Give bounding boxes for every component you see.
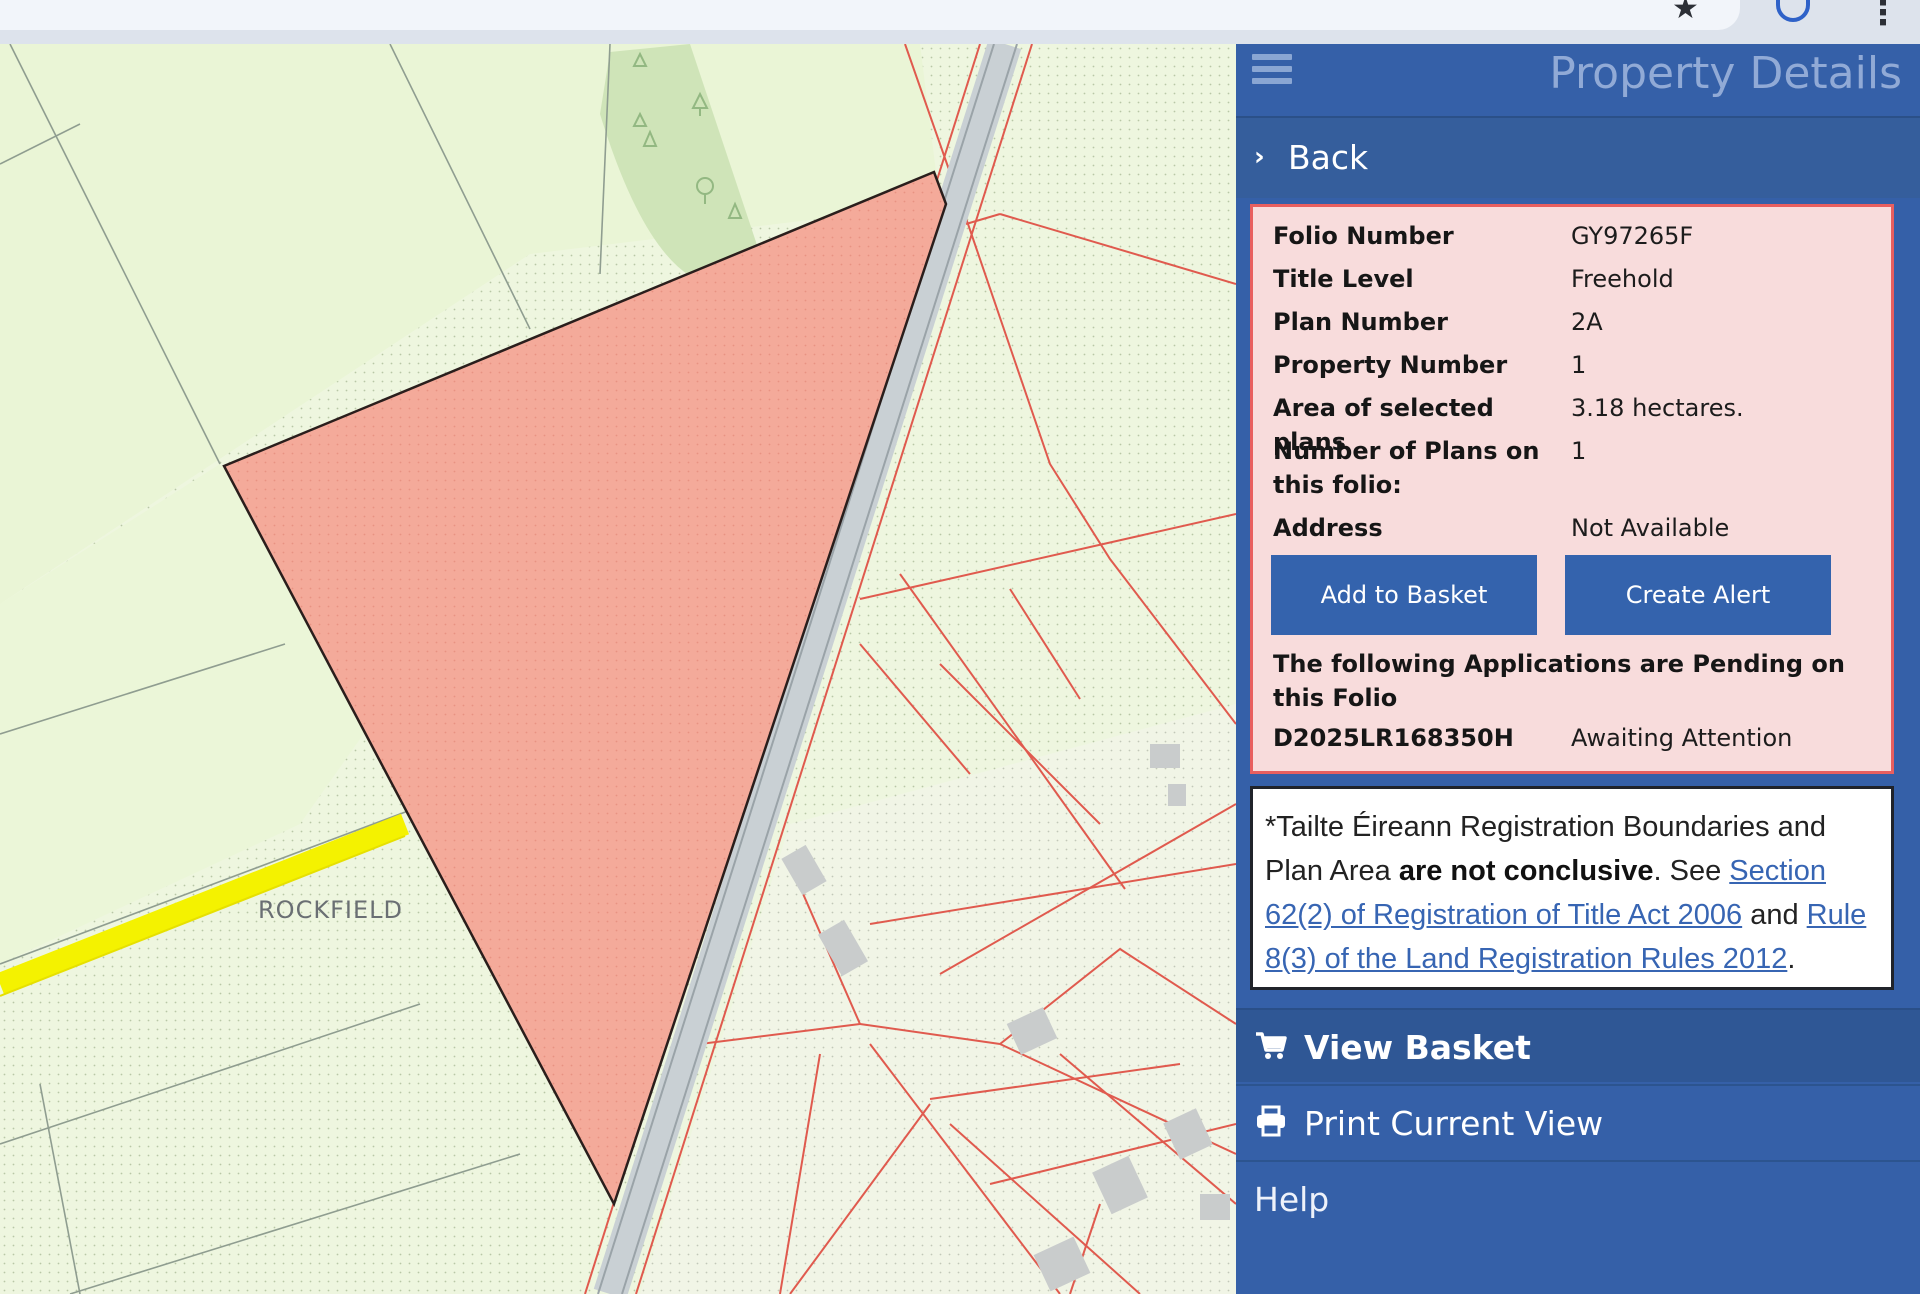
shopping-cart-icon bbox=[1256, 1032, 1287, 1059]
notice-middle: . See bbox=[1653, 855, 1730, 887]
detail-label: Title Level bbox=[1273, 265, 1414, 293]
create-alert-button[interactable]: Create Alert bbox=[1565, 555, 1831, 635]
view-basket-label: View Basket bbox=[1304, 1028, 1531, 1067]
map-view[interactable]: ROCKFIELD bbox=[0, 44, 1236, 1294]
print-current-view-label: Print Current View bbox=[1304, 1104, 1604, 1143]
back-label: Back bbox=[1288, 138, 1369, 177]
detail-label: Number of Plans on this folio: bbox=[1273, 437, 1540, 499]
detail-value: 2A bbox=[1571, 308, 1603, 336]
detail-label: Plan Number bbox=[1273, 308, 1448, 336]
detail-value: 3.18 hectares. bbox=[1571, 394, 1744, 422]
map-canvas[interactable] bbox=[0, 44, 1236, 1294]
panel-header: Property Details bbox=[1236, 44, 1920, 99]
back-button[interactable]: › Back bbox=[1236, 116, 1920, 198]
more-menu-icon[interactable]: ⋮ bbox=[1866, 0, 1900, 30]
disclaimer-notice: *Tailte Éireann Registration Boundaries … bbox=[1250, 786, 1894, 990]
property-details-box: Folio Number GY97265F Title Level Freeho… bbox=[1250, 204, 1894, 774]
notice-suffix: . bbox=[1787, 943, 1796, 975]
detail-value: GY97265F bbox=[1571, 222, 1694, 250]
address-bar[interactable] bbox=[0, 0, 1740, 30]
detail-value: 1 bbox=[1571, 351, 1587, 379]
help-label: Help bbox=[1254, 1180, 1330, 1219]
detail-value: Freehold bbox=[1571, 265, 1674, 293]
view-basket-menu-item[interactable]: View Basket bbox=[1236, 1008, 1920, 1082]
chevron-right-icon: › bbox=[1254, 142, 1265, 172]
detail-label: Folio Number bbox=[1273, 222, 1454, 250]
detail-label: Address bbox=[1273, 514, 1383, 542]
notice-emphasis: are not conclusive bbox=[1398, 855, 1654, 887]
property-details-panel: Property Details › Back Folio Number GY9… bbox=[1236, 44, 1920, 1294]
detail-value: Not Available bbox=[1571, 514, 1730, 542]
print-current-view-menu-item[interactable]: Print Current View bbox=[1236, 1084, 1920, 1158]
bookmark-star-icon[interactable]: ★ bbox=[1672, 0, 1699, 24]
application-status: Awaiting Attention bbox=[1571, 724, 1793, 752]
place-label: ROCKFIELD bbox=[258, 896, 403, 924]
notice-conjunction: and bbox=[1742, 899, 1807, 931]
browser-toolbar: ★ ⋮ bbox=[0, 0, 1920, 44]
detail-value: 1 bbox=[1571, 437, 1587, 465]
add-to-basket-button[interactable]: Add to Basket bbox=[1271, 555, 1537, 635]
hamburger-menu-icon[interactable] bbox=[1252, 54, 1292, 88]
pending-applications-heading: The following Applications are Pending o… bbox=[1273, 650, 1845, 712]
profile-icon[interactable] bbox=[1776, 0, 1810, 22]
application-id: D2025LR168350H bbox=[1273, 724, 1514, 752]
printer-icon bbox=[1257, 1105, 1285, 1137]
panel-title: Property Details bbox=[1549, 48, 1902, 99]
detail-label: Property Number bbox=[1273, 351, 1508, 379]
help-menu-item[interactable]: Help bbox=[1236, 1160, 1920, 1234]
